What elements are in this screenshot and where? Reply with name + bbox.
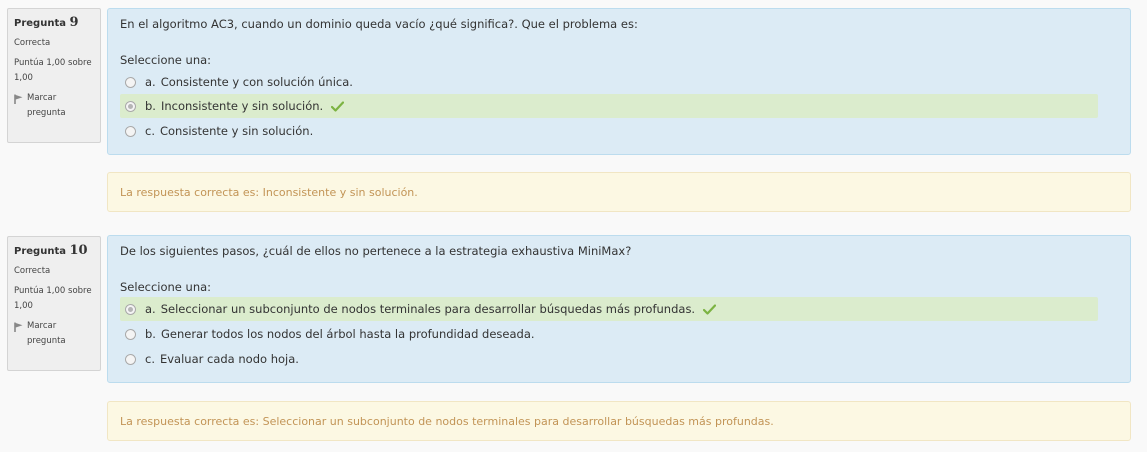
select-prompt: Seleccione una:: [120, 53, 212, 67]
option-letter: b.: [145, 99, 156, 113]
answer-option-c[interactable]: c. Evaluar cada nodo hoja.: [120, 347, 1098, 371]
grade-line-1: Puntúa 1,00 sobre: [14, 58, 92, 68]
right-answer-text: La respuesta correcta es: Seleccionar un…: [120, 414, 774, 428]
option-text: Generar todos los nodos del árbol hasta …: [160, 327, 535, 341]
question-number: 10: [69, 243, 88, 258]
option-text: Consistente y con solución única.: [160, 75, 353, 89]
question-grade: Puntúa 1,00 sobre 1,00: [14, 56, 94, 86]
option-letter: c.: [145, 124, 155, 138]
radio-button[interactable]: [125, 125, 136, 137]
grade-line-2: 1,00: [14, 301, 33, 311]
option-text: Inconsistente y sin solución.: [160, 99, 324, 113]
question-info: Pregunta 9 Correcta Puntúa 1,00 sobre 1,…: [7, 8, 101, 143]
option-text: Seleccionar un subconjunto de nodos term…: [160, 302, 696, 316]
flag-label-line-1: Marcar: [27, 93, 57, 103]
question-text: En el algoritmo AC3, cuando un dominio q…: [120, 17, 638, 31]
right-answer-feedback: La respuesta correcta es: Seleccionar un…: [107, 401, 1131, 441]
flag-label-line-2: pregunta: [27, 108, 66, 118]
option-text: Evaluar cada nodo hoja.: [159, 352, 299, 366]
flag-label-line-2: pregunta: [27, 336, 66, 346]
flag-question-button[interactable]: Marcar pregunta: [14, 319, 94, 349]
question-number-line: Pregunta 9: [14, 15, 94, 30]
question-grade: Puntúa 1,00 sobre 1,00: [14, 284, 94, 314]
answer-option-a[interactable]: a. Consistente y con solución única.: [120, 70, 1098, 94]
flag-icon: [14, 94, 23, 104]
answer-option-c[interactable]: c. Consistente y sin solución.: [120, 119, 1098, 143]
answer-option-b[interactable]: b. Inconsistente y sin solución.: [120, 94, 1098, 118]
question-text: De los siguientes pasos, ¿cuál de ellos …: [120, 244, 632, 258]
option-letter: b.: [145, 327, 156, 341]
select-prompt: Seleccione una:: [120, 280, 212, 294]
question-state: Correcta: [14, 266, 51, 276]
question-info: Pregunta 10 Correcta Puntúa 1,00 sobre 1…: [7, 236, 101, 371]
radio-button[interactable]: [125, 76, 136, 88]
radio-button[interactable]: [125, 328, 136, 340]
option-letter: c.: [145, 352, 155, 366]
radio-button-selected[interactable]: [125, 100, 136, 112]
checkmark-icon: [331, 101, 345, 112]
question-number-line: Pregunta 10: [14, 243, 94, 258]
right-answer-feedback: La respuesta correcta es: Inconsistente …: [107, 172, 1131, 212]
radio-button[interactable]: [125, 353, 136, 365]
option-text: Consistente y sin solución.: [159, 124, 314, 138]
question-state: Correcta: [14, 38, 51, 48]
question-label: Pregunta: [14, 246, 66, 257]
question-formulation: De los siguientes pasos, ¿cuál de ellos …: [107, 235, 1131, 383]
option-letter: a.: [145, 75, 156, 89]
grade-line-1: Puntúa 1,00 sobre: [14, 286, 92, 296]
flag-question-button[interactable]: Marcar pregunta: [14, 91, 94, 121]
answer-option-a[interactable]: a. Seleccionar un subconjunto de nodos t…: [120, 297, 1098, 321]
radio-button-selected[interactable]: [125, 303, 136, 315]
right-answer-text: La respuesta correcta es: Inconsistente …: [120, 185, 418, 199]
option-letter: a.: [145, 302, 156, 316]
answer-option-b[interactable]: b. Generar todos los nodos del árbol has…: [120, 322, 1098, 346]
flag-label-line-1: Marcar: [27, 321, 57, 331]
question-formulation: En el algoritmo AC3, cuando un dominio q…: [107, 8, 1131, 155]
grade-line-2: 1,00: [14, 73, 33, 83]
checkmark-icon: [703, 304, 717, 315]
question-number: 9: [69, 15, 79, 30]
flag-icon: [14, 322, 23, 332]
question-label: Pregunta: [14, 18, 66, 29]
